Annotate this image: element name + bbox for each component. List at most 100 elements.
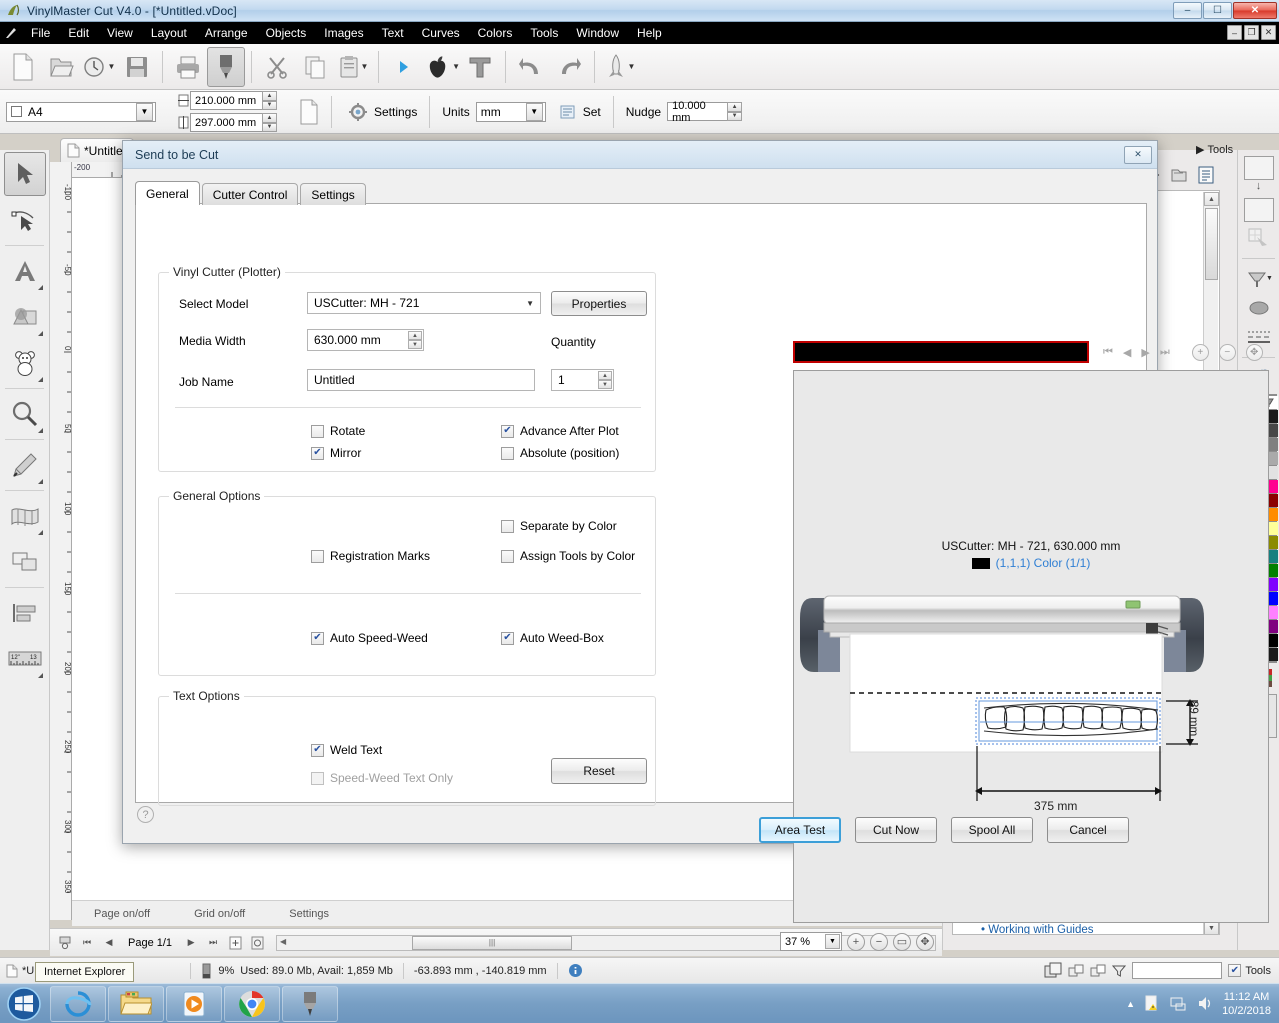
panel-book-icon[interactable] [1170,167,1188,183]
tool-align-distribute[interactable] [4,591,46,635]
dialog-help-icon[interactable]: ? [137,806,154,823]
menu-item-help[interactable]: Help [628,24,671,42]
panel-scroll-up-icon[interactable]: ▲ [1204,192,1219,206]
gradient-fill-icon[interactable] [1242,295,1276,321]
absolute-position-checkbox-box[interactable] [501,446,514,460]
cancel-button[interactable]: Cancel [1047,817,1129,843]
doc-close-button[interactable]: ✕ [1261,25,1276,40]
scrollbar-thumb[interactable]: ||| [412,935,573,950]
taskbar-file-explorer[interactable] [108,985,164,1022]
nudge-stepper[interactable]: 10.000 mm ▲ ▼ [667,100,743,124]
zoom-level-combo[interactable]: 37 % ▼ [780,932,842,951]
text-tool-flyout-icon[interactable] [37,285,43,290]
preview-zoom-in-button[interactable]: + [1191,343,1209,361]
tab-general[interactable]: General [135,181,200,205]
auto-weed-box-checkbox-box[interactable] [501,631,514,645]
nudge-down-icon[interactable]: ▼ [727,111,743,121]
tools-checkbox-box[interactable] [1228,964,1242,977]
measure-flyout-icon[interactable] [37,673,43,678]
spool-all-button[interactable]: Spool All [951,817,1033,843]
preview-color-bar[interactable] [793,341,1089,363]
tool-weld-shapes[interactable] [4,540,46,584]
zoom-caret-icon[interactable]: ▼ [825,934,840,949]
mirror-checkbox-box[interactable] [311,446,324,460]
warp-flyout-icon[interactable] [37,530,43,535]
doc-minimize-button[interactable]: – [1227,25,1242,40]
properties-button[interactable]: Properties [551,291,647,316]
tool-select-arrow[interactable] [3,152,46,196]
settings-button[interactable]: Settings [348,102,417,122]
doc-restore-button[interactable]: ❐ [1244,25,1259,40]
text-tool-icon[interactable] [461,47,499,87]
page-preview-icon[interactable] [299,99,319,125]
paste-icon[interactable]: ▼ [334,47,372,87]
separate-by-color-checkbox[interactable]: Separate by Color [501,519,617,533]
taskbar-vinylmaster[interactable] [282,985,338,1022]
rocket-caret-icon[interactable]: ▼ [628,62,636,71]
grid-onoff-button[interactable]: Grid on/off [172,908,267,920]
quantity-spin-buttons[interactable]: ▲ ▼ [598,371,612,389]
page-height-value[interactable]: 297.000 mm [190,113,262,132]
rotate-checkbox[interactable]: Rotate [311,424,365,438]
tray-action-center-icon[interactable] [1144,995,1161,1012]
page-size-combo[interactable]: A4 ▼ [6,101,156,122]
page-height-stepper[interactable]: 297.000 mm ▲ ▼ [176,113,277,132]
zoom-flyout-icon[interactable] [37,428,43,433]
menu-item-tools[interactable]: Tools [521,24,567,42]
assign-tools-by-color-checkbox-box[interactable] [501,549,514,563]
auto-speed-weed-checkbox-box[interactable] [311,631,324,645]
width-up-icon[interactable]: ▲ [262,91,277,101]
send-to-cut-icon[interactable] [207,46,245,87]
taskbar-clock[interactable]: 11:12 AM 10/2/2018 [1222,990,1271,1018]
page-height-spin-buttons[interactable]: ▲ ▼ [262,113,277,132]
redo-icon[interactable] [550,47,588,87]
clipart-caret-icon[interactable]: ▼ [452,62,460,71]
minimize-button[interactable]: – [1173,2,1202,19]
clipart-apple-icon[interactable]: ▼ [423,47,461,87]
page-width-stepper[interactable]: 210.000 mm ▲ ▼ [176,91,277,110]
select-model-combo[interactable]: USCutter: MH - 721 ▼ [307,292,541,314]
menu-item-window[interactable]: Window [567,24,628,42]
height-down-icon[interactable]: ▼ [262,122,277,132]
tab-cutter-control[interactable]: Cutter Control [201,183,299,205]
tool-text[interactable] [4,249,46,293]
tab-settings[interactable]: Settings [300,183,366,205]
reset-button[interactable]: Reset [551,758,647,784]
recent-files-caret-icon[interactable]: ▼ [108,62,116,71]
separate-by-color-checkbox-box[interactable] [501,519,514,533]
preview-last-button[interactable]: ⏭ [1160,346,1170,359]
set-button[interactable]: Set [560,103,601,121]
new-document-icon[interactable] [4,47,42,87]
absolute-position-checkbox[interactable]: Absolute (position) [501,446,619,460]
registration-marks-checkbox-box[interactable] [311,549,324,563]
quantity-input[interactable]: 1 ▲ ▼ [551,369,614,391]
preview-first-button[interactable]: ⏮ [1103,346,1113,359]
recent-files-icon[interactable]: ▼ [80,47,118,87]
transparency-icon[interactable] [1242,225,1276,251]
scroll-left-arrow-icon[interactable]: ◀ [280,937,286,946]
select-model-caret-icon[interactable]: ▼ [526,299,534,308]
weld-text-checkbox-box[interactable] [311,743,324,757]
tool-shapes[interactable] [4,295,46,339]
media-width-up-icon[interactable]: ▲ [408,331,422,340]
menu-item-colors[interactable]: Colors [469,24,522,42]
undo-icon[interactable] [512,47,550,87]
width-down-icon[interactable]: ▼ [262,100,277,110]
auto-weed-box-checkbox[interactable]: Auto Weed-Box [501,631,604,645]
duplicate-objects-icon[interactable] [1090,963,1106,979]
media-width-input[interactable]: 630.000 mm ▲ ▼ [307,329,424,351]
advance-after-plot-checkbox[interactable]: Advance After Plot [501,424,619,438]
nudge-up-icon[interactable]: ▲ [727,102,743,112]
tool-clipart-bear[interactable] [4,341,46,385]
tool-warp-envelope[interactable] [4,494,46,538]
auto-speed-weed-checkbox[interactable]: Auto Speed-Weed [311,631,428,645]
preview-zoom-out-button[interactable]: − [1218,343,1236,361]
print-icon[interactable] [169,47,207,87]
canvas-settings-button[interactable]: Settings [267,908,351,920]
mirror-checkbox[interactable]: Mirror [311,446,361,460]
shapes-flyout-icon[interactable] [37,331,43,336]
open-document-icon[interactable] [42,47,80,87]
first-page-button[interactable]: ⏮ [78,934,96,952]
panel-scrollbar-thumb[interactable] [1205,208,1218,280]
start-button[interactable] [0,985,48,1023]
